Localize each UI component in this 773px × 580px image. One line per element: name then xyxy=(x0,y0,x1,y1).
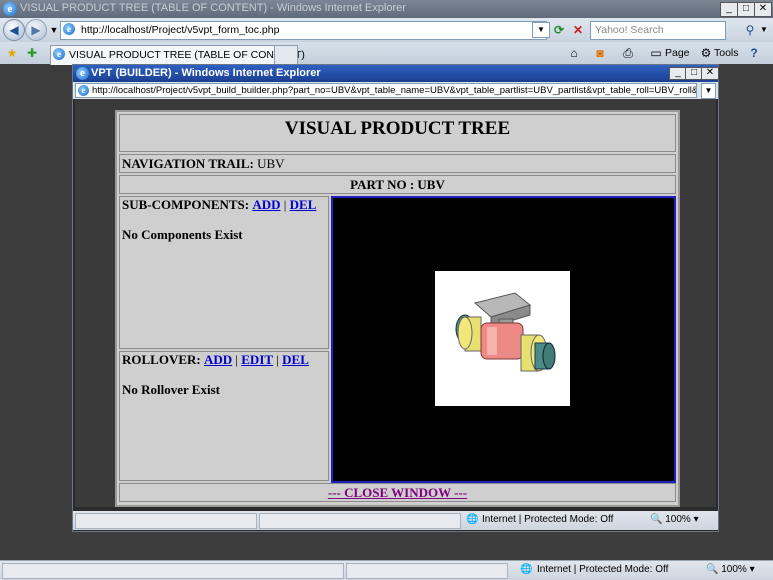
print-icon[interactable]: ⎙ xyxy=(620,45,636,61)
back-icon[interactable]: ◀ xyxy=(3,19,25,41)
popup-close-icon[interactable]: ✕ xyxy=(701,67,719,80)
product-image xyxy=(435,271,570,406)
page-title: VISUAL PRODUCT TREE xyxy=(284,118,511,139)
rollover-edit-link[interactable]: EDIT xyxy=(241,352,273,367)
url-text: http://localhost/Project/v5vpt_form_toc.… xyxy=(81,24,280,36)
tab-vpt-toc[interactable]: VISUAL PRODUCT TREE (TABLE OF CONTENT) xyxy=(50,45,305,65)
popup-title-bar: e VPT (BUILDER) - Windows Internet Explo… xyxy=(73,65,719,82)
popup-ie-logo-icon: e xyxy=(76,67,89,80)
outer-tab-bar: ★ ✚ VISUAL PRODUCT TREE (TABLE OF CONTEN… xyxy=(0,42,773,65)
sub-components-label: SUB-COMPONENTS: xyxy=(122,197,250,212)
add-favorites-icon[interactable]: ✚ xyxy=(24,45,40,61)
tools-menu[interactable]: Tools xyxy=(714,45,739,61)
tab-label: VISUAL PRODUCT TREE (TABLE OF CONTENT) xyxy=(69,49,305,61)
separator: | xyxy=(235,352,239,367)
feeds-icon[interactable]: ◙ xyxy=(592,45,608,61)
nav-trail-value: UBV xyxy=(257,156,285,171)
popup-address-dropdown-icon[interactable]: ▼ xyxy=(701,83,716,99)
popup-page-icon: e xyxy=(78,85,89,96)
home-icon[interactable]: ⌂ xyxy=(566,45,582,61)
outer-window-title: VISUAL PRODUCT TREE (TABLE OF CONTENT) -… xyxy=(20,2,406,14)
popup-content: VISUAL PRODUCT TREE NAVIGATION TRAIL: UB… xyxy=(75,99,716,507)
rollover-del-link[interactable]: DEL xyxy=(282,352,309,367)
outer-title-bar: e VISUAL PRODUCT TREE (TABLE OF CONTENT)… xyxy=(0,0,773,18)
nav-trail-cell: NAVIGATION TRAIL: UBV xyxy=(119,154,676,173)
popup-zone-text: Internet | Protected Mode: Off xyxy=(482,514,614,525)
popup-status-bar: 🌐 Internet | Protected Mode: Off 🔍 100% … xyxy=(73,511,718,530)
tab-page-icon: e xyxy=(53,48,65,60)
ie-logo-icon: e xyxy=(3,2,17,16)
status-segment xyxy=(346,563,508,579)
stop-icon[interactable]: ✕ xyxy=(570,22,586,38)
close-window-link[interactable]: --- CLOSE WINDOW --- xyxy=(328,485,467,500)
maximize-icon[interactable]: □ xyxy=(737,2,755,17)
popup-status-segment xyxy=(75,513,257,529)
part-no-cell: PART NO : UBV xyxy=(119,175,676,194)
outer-address-bar: ◀ ▶ ▼ http://localhost/Project/v5vpt_for… xyxy=(0,18,773,42)
forward-icon[interactable]: ▶ xyxy=(25,19,47,41)
popup-status-segment xyxy=(259,513,461,529)
search-options-icon[interactable]: ▼ xyxy=(756,22,772,38)
product-image-panel xyxy=(331,196,676,483)
search-placeholder: Yahoo! Search xyxy=(595,24,664,36)
zoom-control[interactable]: 🔍 100% ▾ xyxy=(706,564,755,575)
close-window-cell: --- CLOSE WINDOW --- xyxy=(119,483,676,502)
separator: | xyxy=(283,197,287,212)
sub-del-link[interactable]: DEL xyxy=(290,197,317,212)
zone-text: Internet | Protected Mode: Off xyxy=(537,564,669,575)
popup-zoom-value: 100% xyxy=(665,514,691,525)
zone-icon: 🌐 xyxy=(520,564,533,575)
page-menu[interactable]: Page xyxy=(665,45,690,61)
vpt-table: VISUAL PRODUCT TREE NAVIGATION TRAIL: UB… xyxy=(115,110,680,507)
favorites-star-icon[interactable]: ★ xyxy=(4,45,20,61)
rollover-cell: ROLLOVER: ADD | EDIT | DEL No Rollover E… xyxy=(119,351,329,481)
tools-gear-icon[interactable]: ⚙ xyxy=(698,45,714,61)
new-tab-button[interactable] xyxy=(274,45,298,65)
search-input[interactable]: Yahoo! Search xyxy=(590,21,726,40)
page-icon: e xyxy=(63,23,75,35)
address-dropdown-icon[interactable]: ▼ xyxy=(532,22,550,38)
rollover-add-link[interactable]: ADD xyxy=(204,352,232,367)
sub-components-empty: No Components Exist xyxy=(122,227,243,242)
sub-add-link[interactable]: ADD xyxy=(252,197,280,212)
status-segment xyxy=(2,563,344,579)
vpt-heading-cell: VISUAL PRODUCT TREE xyxy=(119,114,676,152)
popup-zoom[interactable]: 🔍 100% ▾ xyxy=(650,514,699,525)
minimize-icon[interactable]: _ xyxy=(720,2,738,17)
popup-window-title: VPT (BUILDER) - Windows Internet Explore… xyxy=(91,67,321,79)
popup-url-text: http://localhost/Project/v5vpt_build_bui… xyxy=(92,85,696,96)
rollover-label: ROLLOVER: xyxy=(122,352,201,367)
outer-status-bar: 🌐 Internet | Protected Mode: Off 🔍 100% … xyxy=(0,560,773,580)
nav-trail-label: NAVIGATION TRAIL: xyxy=(122,156,254,171)
zoom-value: 100% xyxy=(721,564,747,575)
rollover-empty: No Rollover Exist xyxy=(122,382,220,397)
ball-valve-image xyxy=(455,292,556,372)
popup-zone-icon: 🌐 xyxy=(466,514,479,525)
separator: | xyxy=(276,352,279,367)
sub-components-cell: SUB-COMPONENTS: ADD | DEL No Components … xyxy=(119,196,329,349)
refresh-icon[interactable]: ⟳ xyxy=(551,22,567,38)
outer-url-field[interactable]: http://localhost/Project/v5vpt_form_toc.… xyxy=(60,21,547,40)
popup-address-bar: http://localhost/Project/v5vpt_build_bui… xyxy=(73,82,718,99)
page-menu-icon[interactable]: ▭ xyxy=(648,45,664,61)
popup-window: e VPT (BUILDER) - Windows Internet Explo… xyxy=(72,64,719,532)
part-no: PART NO : UBV xyxy=(350,177,445,192)
help-icon[interactable]: ? xyxy=(746,45,762,61)
close-icon[interactable]: ✕ xyxy=(754,2,772,17)
popup-url-field[interactable]: http://localhost/Project/v5vpt_build_bui… xyxy=(75,83,697,98)
